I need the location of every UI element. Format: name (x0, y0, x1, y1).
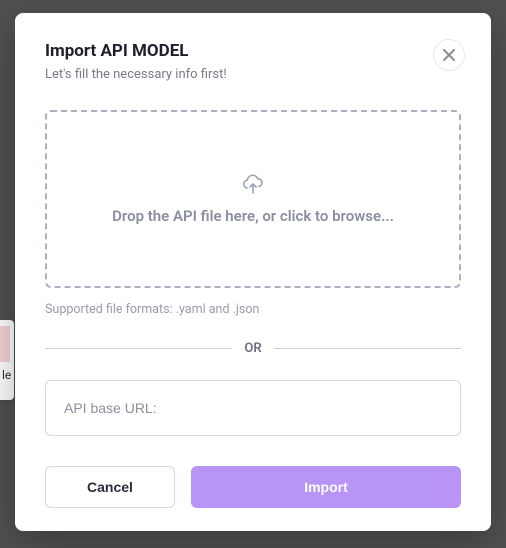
api-base-url-input[interactable] (45, 380, 461, 436)
close-icon (443, 49, 455, 61)
background-card-fragment: le (0, 320, 14, 400)
divider-line-right (274, 348, 461, 349)
divider-label: OR (232, 341, 273, 356)
modal-header: Import API MODEL Let's fill the necessar… (45, 41, 461, 82)
modal-footer: Cancel Import (45, 466, 461, 508)
modal-subtitle: Let's fill the necessary info first! (45, 67, 461, 82)
bg-fragment-text: le (2, 368, 11, 382)
or-divider: OR (45, 341, 461, 356)
upload-cloud-icon (241, 173, 265, 197)
cancel-button[interactable]: Cancel (45, 466, 175, 508)
modal-title: Import API MODEL (45, 41, 461, 61)
import-api-modal: Import API MODEL Let's fill the necessar… (15, 13, 491, 531)
dropzone-text: Drop the API file here, or click to brow… (112, 207, 394, 225)
close-button[interactable] (433, 39, 465, 71)
bg-pink-strip (0, 326, 10, 362)
supported-formats-text: Supported file formats: .yaml and .json (45, 302, 461, 317)
divider-line-left (45, 348, 232, 349)
file-dropzone[interactable]: Drop the API file here, or click to brow… (45, 110, 461, 288)
import-button[interactable]: Import (191, 466, 461, 508)
